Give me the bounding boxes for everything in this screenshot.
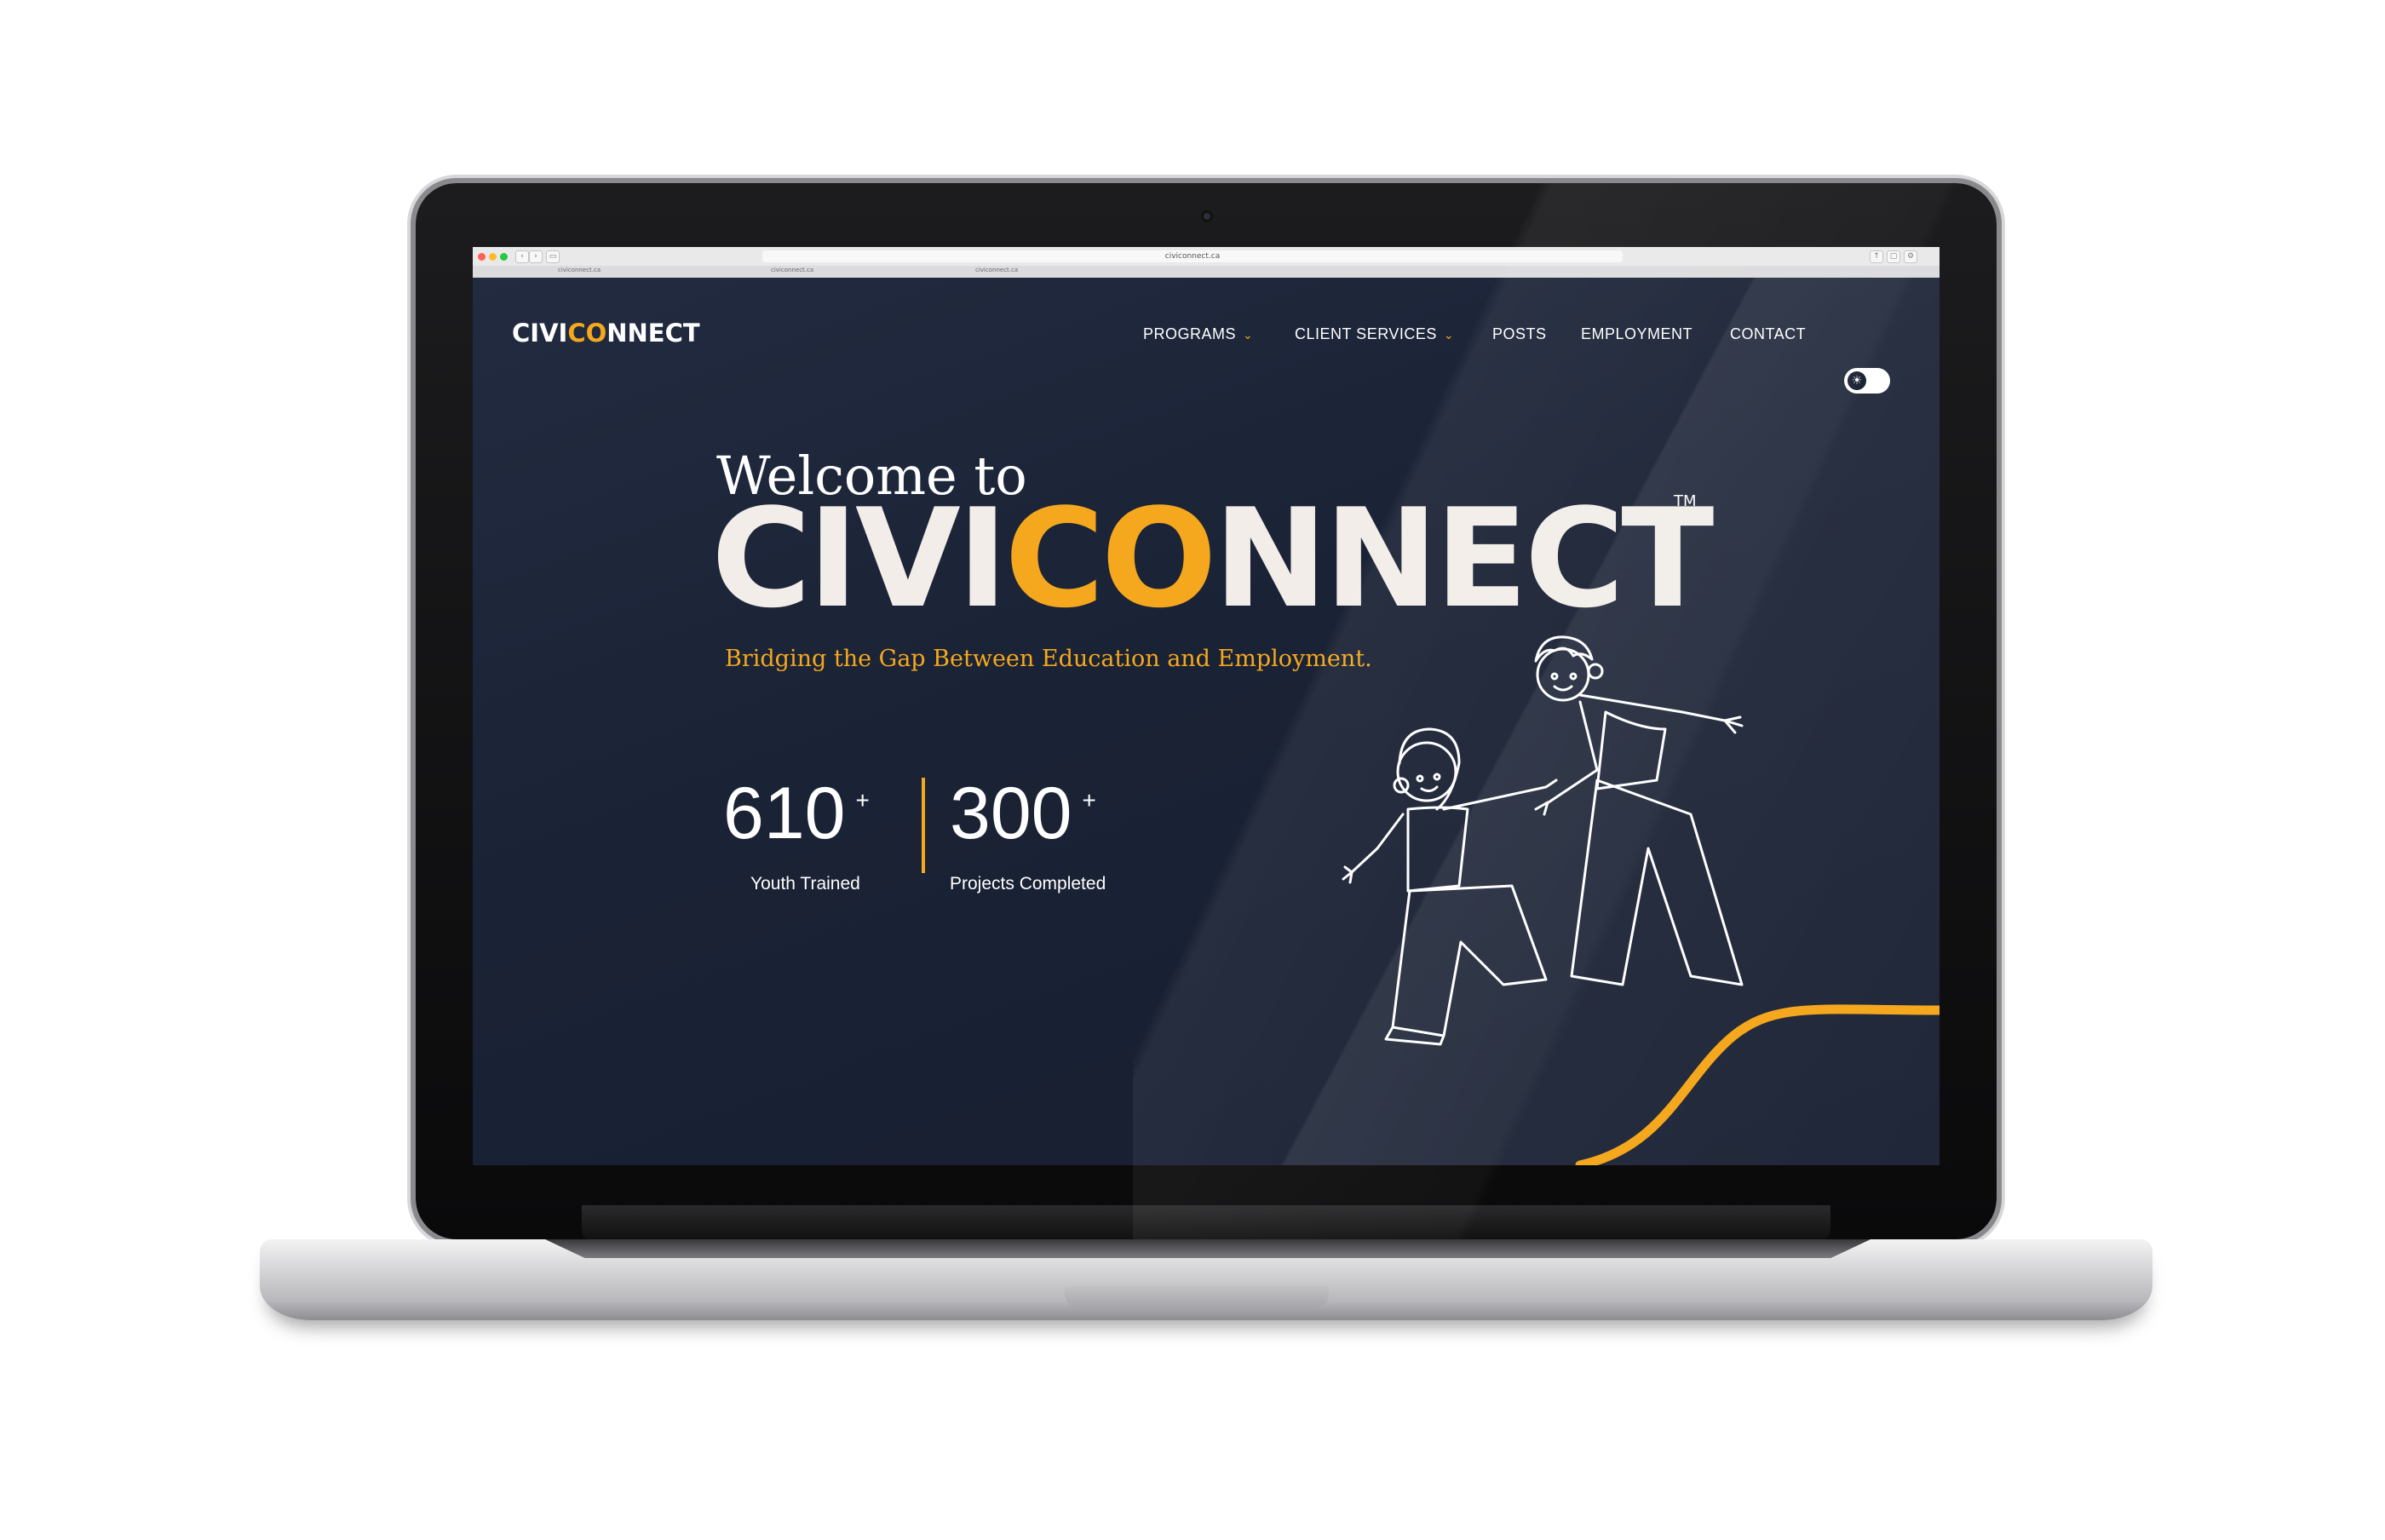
chevron-down-icon: ⌄	[1443, 328, 1455, 342]
browser-tab[interactable]: civiconnect.ca	[975, 267, 1018, 273]
stat-divider	[922, 778, 925, 873]
share-icon[interactable]: ↑	[1870, 250, 1883, 263]
brand-accent: CO	[1004, 479, 1216, 638]
close-window-icon[interactable]	[478, 253, 486, 261]
main-navigation: PROGRAMS ⌄ CLIENT SERVICES ⌄ POSTS EMPLOYM…	[473, 325, 1940, 394]
stat-number: 300	[950, 773, 1072, 854]
brand-text: CIVI	[711, 479, 1008, 638]
back-icon[interactable]: ‹	[515, 250, 529, 263]
hero-tagline: Bridging the Gap Between Education and E…	[725, 646, 1372, 672]
settings-icon[interactable]: ⚙	[1904, 250, 1917, 263]
sun-icon: ☀	[1848, 371, 1866, 390]
hero-brand: CIVICONNECT	[711, 491, 1714, 627]
nav-label: CLIENT SERVICES	[1295, 325, 1437, 342]
helping-hand-illustration	[1342, 635, 1940, 1165]
stat-youth-label: Youth Trained	[750, 874, 860, 894]
stat-suffix: +	[1082, 787, 1096, 813]
tabs-overview-icon[interactable]: ▢	[1887, 250, 1900, 263]
webcam	[1201, 210, 1213, 222]
maximize-window-icon[interactable]	[500, 253, 508, 261]
minimize-window-icon[interactable]	[489, 253, 497, 261]
theme-toggle[interactable]: ☀	[1844, 368, 1890, 394]
stat-projects-label: Projects Completed	[950, 874, 1106, 894]
laptop-hinge	[582, 1205, 1830, 1239]
stat-number: 610	[723, 773, 846, 854]
chevron-down-icon: ⌄	[1243, 328, 1254, 342]
browser-tab[interactable]: civiconnect.ca	[558, 267, 601, 273]
laptop-screen: ‹ › ▭ civiconnect.ca ↑ ▢ ⚙ civiconnect.c…	[473, 247, 1940, 1165]
nav-label: PROGRAMS	[1143, 325, 1237, 342]
nav-client-services[interactable]: CLIENT SERVICES ⌄	[1295, 325, 1454, 343]
keyboard-edge	[545, 1239, 1871, 1258]
stat-projects-value: 300 +	[950, 772, 1096, 856]
sidebar-icon[interactable]: ▭	[546, 250, 560, 263]
stat-suffix: +	[855, 787, 870, 813]
browser-tab[interactable]: civiconnect.ca	[771, 267, 813, 273]
laptop-notch	[1065, 1286, 1329, 1308]
website: CIVICONNECT PROGRAMS ⌄ CLIENT SERVICES ⌄ P…	[473, 278, 1940, 1165]
tab-bar: civiconnect.ca civiconnect.ca civiconnec…	[473, 266, 1940, 278]
trademark: TM	[1674, 492, 1697, 510]
nav-employment[interactable]: EMPLOYMENT	[1581, 325, 1692, 343]
address-bar[interactable]: civiconnect.ca	[762, 250, 1623, 262]
nav-contact[interactable]: CONTACT	[1730, 325, 1806, 343]
stat-youth-value: 610 +	[723, 772, 870, 856]
browser-chrome: ‹ › ▭ civiconnect.ca ↑ ▢ ⚙ civiconnect.c…	[473, 247, 1940, 279]
nav-posts[interactable]: POSTS	[1492, 325, 1547, 343]
brand-text-rest: NNECT	[1213, 479, 1715, 638]
forward-icon[interactable]: ›	[529, 250, 543, 263]
nav-programs[interactable]: PROGRAMS ⌄	[1143, 325, 1253, 343]
